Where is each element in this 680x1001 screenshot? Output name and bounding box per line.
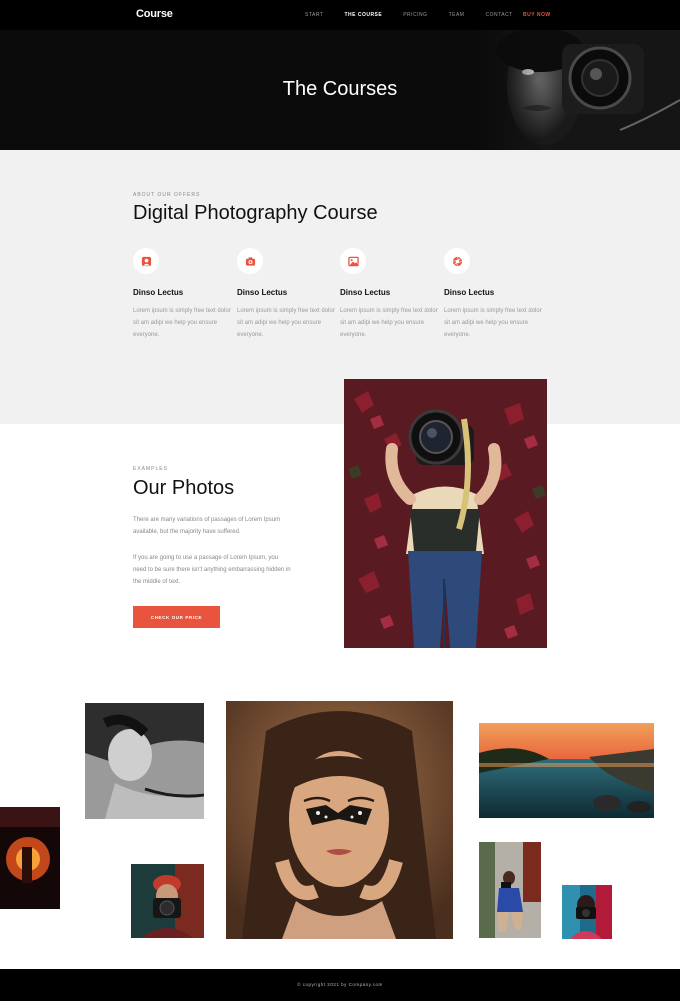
photos-paragraph: There are many variations of passages of…: [133, 517, 281, 535]
logo[interactable]: Course: [136, 8, 173, 20]
camera-icon: [237, 248, 263, 274]
featured-photo: [344, 379, 547, 648]
gallery-photo: [85, 703, 204, 819]
feature-card: Dinso Lectus Lorem ipsum is simply free …: [340, 248, 440, 341]
feature-title: Dinso Lectus: [237, 288, 288, 297]
feature-text: Lorem ipsum is simply free text dolor si…: [237, 308, 335, 338]
feature-card: Dinso Lectus Lorem ipsum is simply free …: [444, 248, 544, 341]
top-navbar: Course START THE COURSE PRICING TEAM CON…: [0, 0, 680, 30]
copyright-text: © copyright 2021 by Company.com: [297, 982, 383, 987]
feature-card: Dinso Lectus Lorem ipsum is simply free …: [237, 248, 337, 341]
check-price-button[interactable]: CHECK OUR PRICE: [133, 606, 220, 628]
image-icon: [340, 248, 366, 274]
aperture-icon: [444, 248, 470, 274]
feature-text: Lorem ipsum is simply free text dolor si…: [340, 308, 438, 338]
feature-title: Dinso Lectus: [133, 288, 184, 297]
gallery-photo: [562, 885, 612, 939]
nav-links: START THE COURSE PRICING TEAM CONTACT: [305, 12, 534, 18]
photos-title: Our Photos: [133, 477, 235, 499]
buy-now-link[interactable]: BUY NOW: [523, 12, 551, 18]
photos-eyebrow: EXAMPLES: [133, 466, 168, 472]
gallery-photo: [0, 807, 60, 909]
gallery-photo: [131, 864, 204, 938]
hero-banner: The Courses: [0, 30, 680, 150]
feature-card: Dinso Lectus Lorem ipsum is simply free …: [133, 248, 233, 341]
feature-title: Dinso Lectus: [444, 288, 495, 297]
footer: © copyright 2021 by Company.com: [0, 969, 680, 1001]
gallery-photo: [479, 842, 541, 938]
nav-link-start[interactable]: START: [305, 12, 323, 18]
hero-title: The Courses: [282, 78, 398, 100]
nav-link-team[interactable]: TEAM: [449, 12, 465, 18]
nav-link-contact[interactable]: CONTACT: [485, 12, 512, 18]
offers-section: ABOUT OUR OFFERS Digital Photography Cou…: [0, 150, 680, 424]
photos-paragraph: If you are going to use a passage of Lor…: [133, 555, 291, 585]
gallery-photo: [479, 723, 654, 818]
nav-link-pricing[interactable]: PRICING: [403, 12, 427, 18]
offers-title: Digital Photography Course: [133, 202, 378, 224]
feature-text: Lorem ipsum is simply free text dolor si…: [133, 308, 231, 338]
offers-eyebrow: ABOUT OUR OFFERS: [133, 192, 201, 198]
portrait-icon: [133, 248, 159, 274]
feature-text: Lorem ipsum is simply free text dolor si…: [444, 308, 542, 338]
gallery-photo-featured-portrait: [226, 701, 453, 939]
nav-link-the-course[interactable]: THE COURSE: [344, 12, 382, 18]
feature-title: Dinso Lectus: [340, 288, 391, 297]
